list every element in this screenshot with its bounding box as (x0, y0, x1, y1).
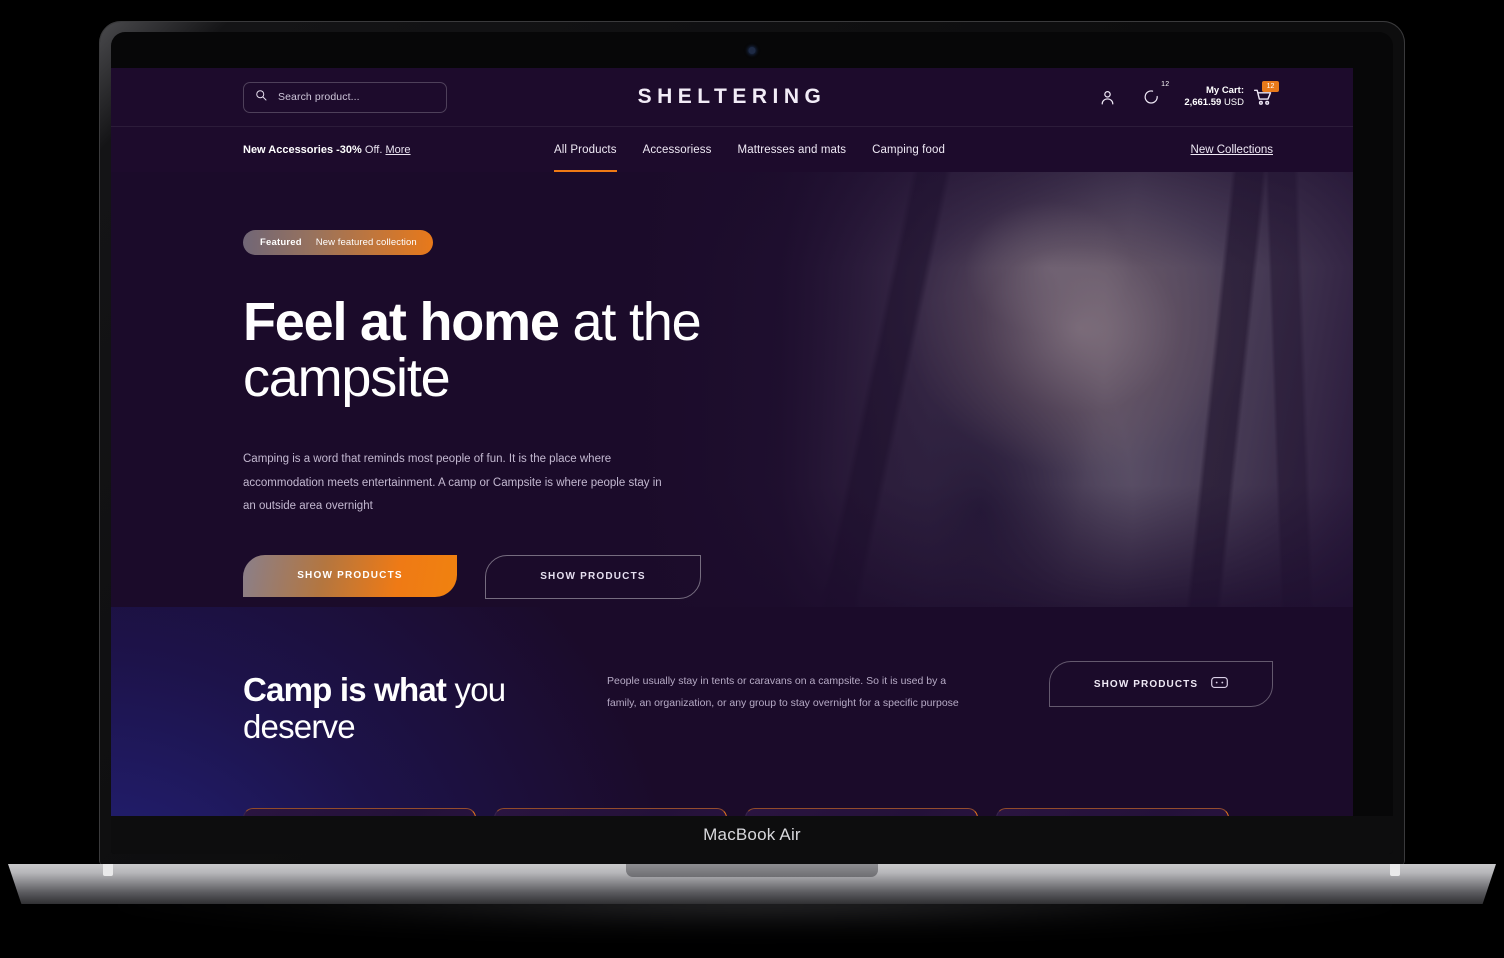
camp-section-button-label: SHOW PRODUCTS (1093, 678, 1199, 690)
promo-banner: New Accessories -30% Off. More (243, 144, 411, 156)
product-card[interactable]: Featured A set of camping dishes (494, 807, 727, 816)
product-card[interactable]: Featured Blue Camping Light (745, 807, 978, 816)
site-topbar: SHELTERING 12 (111, 68, 1353, 127)
nav-item-mattresses-and-mats[interactable]: Mattresses and mats (738, 127, 847, 172)
search-input-wrapper[interactable] (243, 81, 447, 113)
nav-item-all-products[interactable]: All Products (554, 127, 617, 172)
search-input[interactable] (276, 90, 435, 104)
cart-text: My Cart: 2,661.59 USD (1184, 85, 1244, 110)
promo-strong: New Accessories -30% (243, 143, 362, 156)
camp-section-show-products-button[interactable]: SHOW PRODUCTS (1049, 661, 1273, 707)
refresh-badge: 12 (1161, 81, 1170, 88)
promo-rest: Off. (361, 143, 383, 156)
new-collections-link[interactable]: New Collections (1191, 144, 1273, 156)
camp-section-title: Camp is what you deserve (243, 671, 573, 746)
camp-section-description: People usually stay in tents or caravans… (607, 674, 959, 709)
product-card[interactable]: Featured Aluminum kettle (243, 807, 476, 816)
cart-amount-currency: USD (1223, 97, 1244, 108)
cart-title: My Cart: (1205, 84, 1244, 96)
hero-section: Featured New featured collection Feel at… (111, 172, 1353, 607)
featured-badge-sublabel: New featured collection (315, 237, 417, 248)
laptop-screen: SHELTERING 12 (111, 32, 1393, 854)
promo-more-link[interactable]: More (385, 144, 410, 156)
laptop-base-notch-left (103, 864, 113, 876)
webcam-icon (748, 47, 756, 54)
camp-section-button-wrapper: SHOW PRODUCTS (1049, 645, 1273, 707)
laptop-base (8, 864, 1496, 904)
hero-title: Feel at home at the campsite (243, 292, 783, 406)
camp-section-title-strong: Camp is what (243, 671, 447, 709)
featured-badge-label: Featured (260, 237, 302, 248)
hero-description: Camping is a word that reminds most peop… (243, 453, 662, 513)
nav-item-camping-food[interactable]: Camping food (872, 127, 945, 172)
cart-icon[interactable]: 12 (1253, 81, 1279, 107)
cart-amount-value: 2,661.59 (1184, 97, 1222, 108)
hero-primary-show-products-button[interactable]: SHOW PRODUCTS (243, 554, 457, 597)
gamepad-icon (1211, 676, 1229, 692)
website-viewport: SHELTERING 12 (111, 68, 1353, 816)
refresh-button[interactable]: 12 (1140, 81, 1169, 108)
account-button[interactable] (1096, 86, 1118, 108)
cart-badge: 12 (1262, 81, 1279, 92)
hero-content: Featured New featured collection Feel at… (111, 172, 1353, 599)
laptop-base-notch-right (1390, 864, 1400, 876)
camp-section: Camp is what you deserve People usually … (111, 607, 1353, 774)
cart-amount: 2,661.59 USD (1184, 97, 1244, 109)
hero-secondary-show-products-button[interactable]: SHOW PRODUCTS (485, 554, 701, 599)
product-card-list: Featured Aluminum kettle Featured (111, 807, 1353, 816)
screenshot-stage: SHELTERING 12 (0, 0, 1504, 958)
featured-badge[interactable]: Featured New featured collection (243, 230, 433, 255)
product-card[interactable]: Featured Aluminum bowl (996, 807, 1229, 816)
laptop-chin: MacBook Air (111, 816, 1393, 854)
site-navbar: New Accessories -30% Off. More All Produ… (111, 127, 1353, 172)
nav-item-accessoriess[interactable]: Accessoriess (643, 127, 712, 172)
hero-title-strong: Feel at home (243, 292, 560, 352)
topbar-actions: 12 My Cart: 2,661.59 USD 12 (1096, 81, 1279, 110)
cart-button[interactable]: My Cart: 2,661.59 USD 12 (1184, 81, 1279, 110)
device-label: MacBook Air (703, 825, 801, 844)
hero-buttons: SHOW PRODUCTS SHOW PRODUCTS (243, 554, 1353, 599)
primary-nav: All Products Accessoriess Mattresses and… (554, 127, 945, 172)
search-icon (255, 88, 267, 106)
